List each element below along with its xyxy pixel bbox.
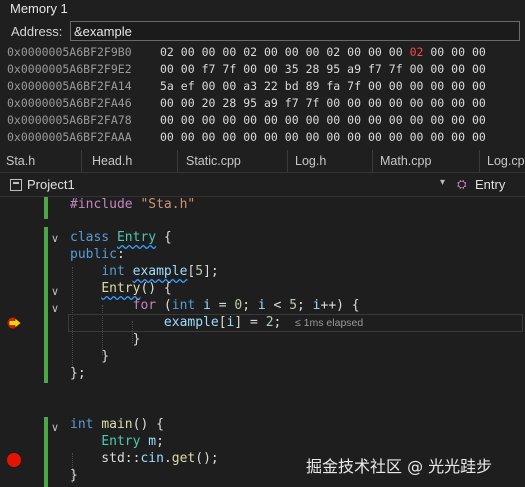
memory-address: 0x0000005A6BF2F9B0 — [7, 45, 132, 59]
tab-log-cpp[interactable]: Log.cpp — [481, 150, 525, 172]
memory-window-title: Memory 1 — [0, 0, 525, 18]
fold-chevron-icon[interactable]: ∨ — [51, 285, 59, 298]
memory-row[interactable]: 0x0000005A6BF2F9E2 00 00 f7 7f 00 00 35 2… — [0, 62, 525, 79]
tab-math-cpp[interactable]: Math.cpp — [374, 150, 480, 172]
memory-bytes[interactable]: 02 00 00 00 02 00 00 00 02 00 00 00 02 0… — [160, 45, 486, 59]
memory-row[interactable]: 0x0000005A6BF2FAAA 00 00 00 00 00 00 00 0… — [0, 130, 525, 147]
project-icon — [10, 179, 22, 191]
memory-bytes[interactable]: 00 00 00 00 00 00 00 00 00 00 00 00 00 0… — [160, 130, 486, 144]
tab-head-h[interactable]: Head.h — [86, 150, 178, 172]
code-line: }; — [70, 366, 86, 381]
code-line: Entry() { — [101, 281, 172, 296]
change-marker — [44, 417, 48, 487]
code-line: int example[5]; — [101, 264, 219, 279]
code-line: std::cin.get(); — [70, 451, 219, 466]
code-line: public: — [70, 247, 125, 262]
code-line: example[i] = 2; — [163, 315, 282, 330]
memory-row[interactable]: 0x0000005A6BF2F9B0 02 00 00 00 02 00 00 0… — [0, 45, 525, 62]
document-tabs: Sta.h Head.h Static.cpp Log.h Math.cpp L… — [0, 150, 525, 173]
tab-static-cpp[interactable]: Static.cpp — [180, 150, 288, 172]
class-icon: ⛭ — [457, 177, 467, 191]
watermark: 掘金技术社区 @ 光光跬步 — [306, 457, 493, 476]
memory-bytes[interactable]: 00 00 f7 7f 00 00 35 28 95 a9 f7 7f 00 0… — [160, 62, 486, 76]
navigation-bar: Project1 ▾ ⛭ Entry — [0, 174, 525, 197]
memory-bytes[interactable]: 00 00 00 00 00 00 00 00 00 00 00 00 00 0… — [160, 113, 486, 127]
memory-title: Memory 1 — [10, 1, 68, 16]
code-line: class Entry { — [70, 230, 172, 245]
address-bar: Address: — [0, 20, 525, 44]
memory-address: 0x0000005A6BF2FA46 — [7, 96, 132, 110]
code-line: #include "Sta.h" — [70, 197, 196, 212]
code-line: } — [70, 349, 110, 364]
breakpoint-icon[interactable] — [7, 453, 21, 467]
code-line: int main() { — [70, 417, 164, 432]
fold-chevron-icon[interactable]: ∨ — [51, 421, 59, 434]
code-editor[interactable]: ∨ ∨ ∨ ∨ #include "Sta.h" class Entry { p… — [0, 197, 525, 487]
chevron-down-icon[interactable]: ▾ — [440, 177, 445, 188]
memory-address: 0x0000005A6BF2FA78 — [7, 113, 132, 127]
memory-grid[interactable]: 0x0000005A6BF2F9B0 02 00 00 00 02 00 00 0… — [0, 44, 525, 148]
memory-bytes[interactable]: 00 00 20 28 95 a9 f7 7f 00 00 00 00 00 0… — [160, 96, 486, 110]
change-marker — [44, 197, 48, 219]
memory-row[interactable]: 0x0000005A6BF2FA14 5a ef 00 00 a3 22 bd 8… — [0, 79, 525, 96]
memory-row[interactable]: 0x0000005A6BF2FA78 00 00 00 00 00 00 00 0… — [0, 113, 525, 130]
current-statement-arrow-icon[interactable] — [7, 317, 23, 329]
change-marker — [44, 227, 48, 383]
memory-address: 0x0000005A6BF2F9E2 — [7, 62, 132, 76]
fold-chevron-icon[interactable]: ∨ — [51, 232, 59, 245]
code-line: for (int i = 0; i < 5; i++) { — [132, 298, 360, 313]
address-input[interactable] — [70, 21, 520, 41]
project-dropdown[interactable]: Project1 — [27, 177, 75, 192]
fold-chevron-icon[interactable]: ∨ — [51, 302, 59, 315]
memory-address: 0x0000005A6BF2FAAA — [7, 130, 132, 144]
code-line: } — [70, 468, 78, 483]
code-line: Entry m; — [101, 434, 164, 449]
memory-row[interactable]: 0x0000005A6BF2FA46 00 00 20 28 95 a9 f7 7… — [0, 96, 525, 113]
memory-bytes[interactable]: 5a ef 00 00 a3 22 bd 89 fa 7f 00 00 00 0… — [160, 79, 486, 93]
tab-sta-h[interactable]: Sta.h — [0, 150, 82, 172]
elapsed-time-hint: ≤ 1ms elapsed — [295, 317, 364, 329]
code-line: } — [70, 332, 141, 347]
memory-address: 0x0000005A6BF2FA14 — [7, 79, 132, 93]
scope-dropdown[interactable]: Entry — [475, 177, 505, 192]
address-label: Address: — [11, 24, 63, 39]
tab-log-h[interactable]: Log.h — [289, 150, 373, 172]
